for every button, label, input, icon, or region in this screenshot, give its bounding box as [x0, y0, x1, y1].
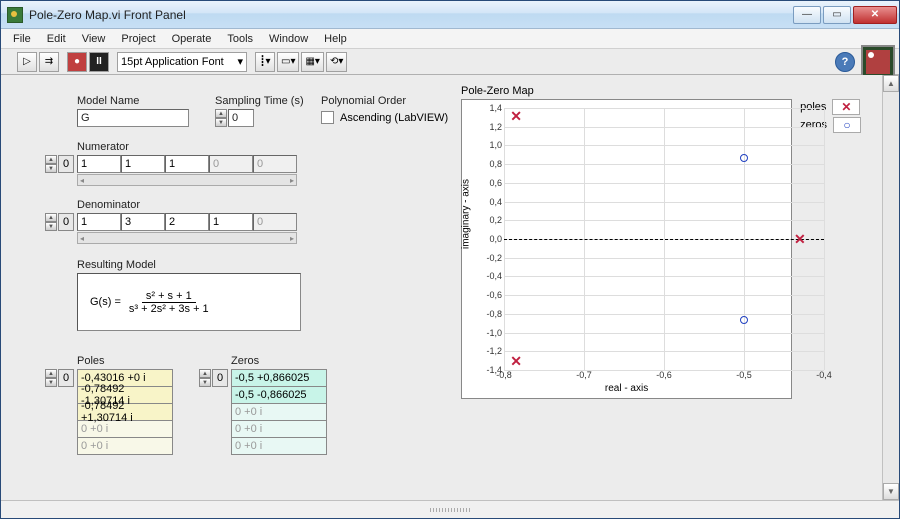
run-button[interactable]: ▷: [17, 52, 37, 72]
menu-view[interactable]: View: [74, 31, 114, 47]
array-cell[interactable]: 1: [209, 213, 253, 231]
content-area: Model Name G Sampling Time (s) ▲▼ 0 Poly…: [1, 75, 899, 500]
align-button[interactable]: ┋▾: [255, 52, 275, 72]
array-cell[interactable]: 3: [121, 213, 165, 231]
poles-label: Poles: [77, 355, 105, 367]
array-cell[interactable]: 1: [121, 155, 165, 173]
legend-poles[interactable]: poles✕: [800, 99, 861, 115]
vertical-scrollbar[interactable]: ▲ ▼: [882, 75, 899, 500]
array-cell[interactable]: 0: [209, 155, 253, 173]
front-panel: Model Name G Sampling Time (s) ▲▼ 0 Poly…: [1, 75, 871, 500]
poles-index[interactable]: 0: [58, 369, 74, 387]
reorder-button[interactable]: ⟲▾: [326, 52, 347, 72]
abort-button[interactable]: ●: [67, 52, 87, 72]
denominator-array[interactable]: 13210: [77, 213, 297, 231]
scroll-up-icon[interactable]: ▲: [883, 75, 899, 92]
vi-icon[interactable]: [861, 45, 895, 79]
scroll-down-icon[interactable]: ▼: [883, 483, 899, 500]
numerator-array[interactable]: 11100: [77, 155, 297, 173]
ascending-checkbox[interactable]: Ascending (LabVIEW): [321, 111, 448, 124]
app-window: Pole-Zero Map.vi Front Panel — ▭ ✕ File …: [0, 0, 900, 519]
denominator-scrollbar[interactable]: ◂▸: [77, 232, 297, 244]
statusbar: [1, 500, 899, 518]
app-icon: [7, 7, 23, 23]
legend-zeros-swatch: ○: [833, 117, 861, 133]
help-icon[interactable]: ?: [835, 52, 855, 72]
poles-array[interactable]: -0,43016 +0 i-0,78492 -1,30714 i-0,78492…: [77, 369, 173, 454]
zeros-label: Zeros: [231, 355, 259, 367]
zero-marker: [740, 316, 748, 324]
menubar: File Edit View Project Operate Tools Win…: [1, 29, 899, 49]
list-item[interactable]: 0 +0 i: [231, 420, 327, 438]
array-cell[interactable]: 0: [253, 213, 297, 231]
poly-order-label: Polynomial Order: [321, 95, 406, 107]
zeros-index[interactable]: 0: [212, 369, 228, 387]
resulting-label: Resulting Model: [77, 259, 156, 271]
poles-index-spinner[interactable]: ▲▼: [45, 369, 57, 387]
legend-zeros[interactable]: zeros○: [800, 117, 861, 133]
numerator-index-spinner[interactable]: ▲▼: [45, 155, 57, 173]
list-item[interactable]: -0,5 -0,866025: [231, 386, 327, 404]
list-item[interactable]: 0 +0 i: [77, 437, 173, 455]
sampling-time-label: Sampling Time (s): [215, 95, 304, 107]
model-name-input[interactable]: G: [77, 109, 189, 127]
ascending-label: Ascending (LabVIEW): [340, 112, 448, 124]
zeros-index-spinner[interactable]: ▲▼: [199, 369, 211, 387]
toolbar: ▷ ⇉ ● II 15pt Application Font▾ ┋▾ ▭▾ ▦▾…: [1, 49, 899, 75]
zero-marker: [740, 154, 748, 162]
run-cont-button[interactable]: ⇉: [39, 52, 59, 72]
list-item[interactable]: -0,78492 +1,30714 i: [77, 403, 173, 421]
window-title: Pole-Zero Map.vi Front Panel: [29, 8, 793, 22]
close-button[interactable]: ✕: [853, 6, 897, 24]
maximize-button[interactable]: ▭: [823, 6, 851, 24]
array-cell[interactable]: 1: [77, 213, 121, 231]
sampling-time-input[interactable]: 0: [228, 109, 254, 127]
menu-operate[interactable]: Operate: [164, 31, 220, 47]
pole-marker: ✕: [794, 233, 806, 245]
menu-project[interactable]: Project: [113, 31, 163, 47]
distribute-button[interactable]: ▭▾: [277, 52, 299, 72]
array-cell[interactable]: 2: [165, 213, 209, 231]
menu-edit[interactable]: Edit: [39, 31, 74, 47]
menu-help[interactable]: Help: [316, 31, 355, 47]
list-item[interactable]: 0 +0 i: [231, 437, 327, 455]
pole-marker: ✕: [510, 355, 522, 367]
pause-button[interactable]: II: [89, 52, 109, 72]
list-item[interactable]: -0,5 +0,866025: [231, 369, 327, 387]
resize-button[interactable]: ▦▾: [301, 52, 323, 72]
numerator-index[interactable]: 0: [58, 155, 74, 173]
list-item[interactable]: 0 +0 i: [231, 403, 327, 421]
minimize-button[interactable]: —: [793, 6, 821, 24]
model-name-label: Model Name: [77, 95, 139, 107]
menu-file[interactable]: File: [5, 31, 39, 47]
checkbox-box[interactable]: [321, 111, 334, 124]
sampling-time-spinner[interactable]: ▲▼: [215, 109, 227, 127]
resulting-model-display: G(s) = s² + s + 1s³ + 2s² + 3s + 1: [77, 273, 301, 331]
pole-marker: ✕: [510, 111, 522, 123]
resize-grip[interactable]: [430, 508, 470, 512]
array-cell[interactable]: 1: [77, 155, 121, 173]
menu-tools[interactable]: Tools: [219, 31, 261, 47]
zeros-array[interactable]: -0,5 +0,866025-0,5 -0,8660250 +0 i0 +0 i…: [231, 369, 327, 454]
denominator-index[interactable]: 0: [58, 213, 74, 231]
legend-poles-swatch: ✕: [832, 99, 860, 115]
chart-title: Pole-Zero Map: [461, 85, 861, 97]
titlebar[interactable]: Pole-Zero Map.vi Front Panel — ▭ ✕: [1, 1, 899, 29]
pole-zero-chart[interactable]: -1,4-1,2-1,0-0,8-0,6-0,4-0,20,00,20,40,6…: [461, 99, 792, 399]
font-selector[interactable]: 15pt Application Font▾: [117, 52, 247, 72]
denominator-index-spinner[interactable]: ▲▼: [45, 213, 57, 231]
array-cell[interactable]: 1: [165, 155, 209, 173]
chart-container: Pole-Zero Map -1,4-1,2-1,0-0,8-0,6-0,4-0…: [461, 85, 861, 399]
numerator-label: Numerator: [77, 141, 129, 153]
menu-window[interactable]: Window: [261, 31, 316, 47]
numerator-scrollbar[interactable]: ◂▸: [77, 174, 297, 186]
array-cell[interactable]: 0: [253, 155, 297, 173]
denominator-label: Denominator: [77, 199, 140, 211]
